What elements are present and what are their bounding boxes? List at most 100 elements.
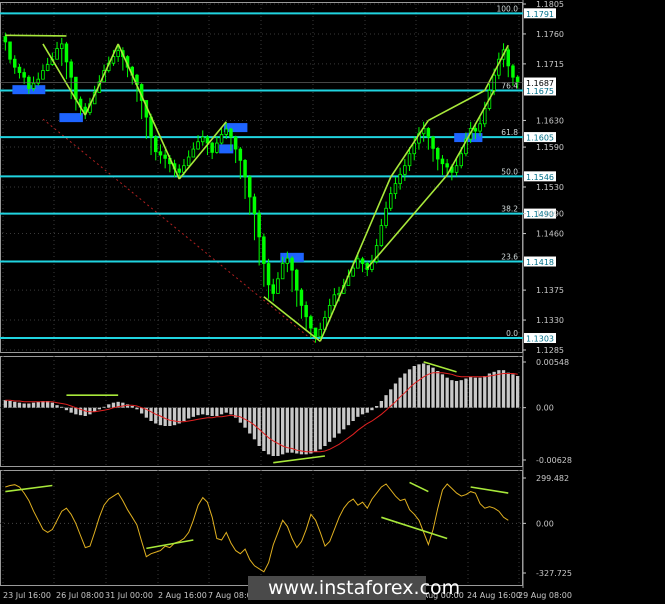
macd-hist-bar: [64, 407, 69, 411]
macd-hist-bar: [304, 407, 308, 455]
macd-hist-bar: [135, 407, 139, 410]
macd-hist-bar: [356, 407, 360, 417]
macd-hist-bar: [473, 377, 477, 408]
candle-body: [153, 136, 158, 153]
macd-hist-bar: [426, 365, 430, 408]
macd-hist-bar: [163, 407, 167, 426]
macd-hist-bar: [469, 376, 473, 408]
candle-body: [478, 123, 482, 132]
candle-body: [440, 158, 445, 165]
fib-level-label: 38.2: [501, 205, 518, 214]
candle-body: [229, 128, 233, 138]
macd-hist-bar: [281, 407, 285, 455]
macd-hist-bar: [187, 407, 191, 419]
macd-hist-bar: [375, 406, 379, 408]
fib-level-label: 0.0: [506, 329, 518, 338]
macd-hist-bar: [337, 407, 341, 434]
candle-body: [55, 48, 59, 60]
macd-hist-bar: [17, 402, 22, 408]
candle-body: [313, 327, 318, 338]
macd-hist-bar: [483, 376, 487, 408]
candle-body: [158, 151, 163, 156]
candle-body: [41, 70, 45, 80]
candle-body: [64, 43, 69, 63]
candle-body: [8, 41, 12, 60]
macd-hist-bar: [205, 407, 210, 416]
candle-body: [74, 76, 78, 100]
macd-hist-bar: [13, 401, 17, 408]
fib-price-tag-text: 1.1546: [526, 173, 554, 182]
macd-hist-bar: [285, 407, 289, 453]
candle-body: [12, 58, 17, 68]
macd-hist-bar: [295, 407, 299, 454]
macd-hist-bar: [370, 407, 374, 411]
macd-hist-bar: [31, 402, 36, 408]
macd-hist-bar: [238, 407, 242, 423]
macd-hist-bar: [271, 407, 275, 456]
price-tick-label: 1.1285: [536, 346, 564, 355]
candle-body: [210, 142, 214, 153]
macd-hist-bar: [215, 407, 219, 416]
time-tick-label: 26 Jul 08:00: [56, 591, 104, 600]
macd-hist-bar: [257, 407, 261, 446]
macd-hist-bar: [487, 373, 492, 408]
fib-level-label: 100.0: [497, 4, 519, 13]
macd-hist-bar: [422, 363, 426, 408]
macd-hist-bar: [351, 407, 355, 421]
candle-body: [200, 136, 205, 143]
candle-body: [459, 153, 463, 167]
time-tick-label: 24 Aug 16:00: [467, 591, 521, 600]
macd-hist-bar: [3, 400, 7, 408]
macd-hist-bar: [346, 407, 351, 426]
macd-hist-bar: [417, 364, 421, 408]
candle-body: [309, 316, 313, 329]
macd-hist-bar: [276, 407, 280, 456]
price-tick-label: 1.1590: [536, 143, 564, 152]
cci-tick-label: -327.725: [536, 569, 572, 578]
candle-body: [238, 148, 243, 161]
trend-line: [5, 34, 67, 37]
candle-body: [356, 258, 360, 269]
candle-body: [294, 269, 299, 291]
macd-hist-bar: [60, 406, 64, 408]
candle-body: [69, 61, 73, 78]
candle-body: [215, 142, 219, 153]
fib-level-label: 61.8: [501, 128, 518, 137]
candle-body: [473, 128, 478, 132]
macd-hist-bar: [50, 402, 54, 408]
candle-body: [285, 257, 290, 264]
macd-hist-bar: [172, 407, 177, 426]
macd-hist-bar: [248, 407, 252, 434]
macd-hist-bar: [478, 377, 482, 408]
fib-price-tag-text: 1.1303: [526, 335, 554, 344]
time-tick-label: 2 Aug 16:00: [158, 591, 207, 600]
candle-body: [17, 66, 22, 73]
candle-body: [412, 142, 416, 155]
candle-body: [379, 225, 384, 246]
macd-hist-bar: [445, 377, 449, 408]
cci-tick-label: 0.00: [536, 519, 554, 528]
macd-hist-bar: [182, 407, 186, 421]
fib-level-label: 76.4: [501, 82, 518, 91]
price-tick-label: 1.1330: [536, 316, 564, 325]
macd-hist-bar: [83, 407, 87, 416]
fib-price-tag-text: 1.1675: [526, 87, 554, 96]
macd-hist-bar: [107, 404, 111, 408]
candle-body: [262, 236, 266, 264]
macd-hist-bar: [459, 380, 463, 408]
macd-hist-bar: [450, 380, 454, 408]
macd-tick-label: -0.00628: [536, 456, 572, 465]
price-tick-label: 1.1460: [536, 230, 564, 239]
macd-hist-bar: [342, 407, 346, 430]
macd-hist-bar: [196, 407, 200, 416]
price-tick-label: 1.1760: [536, 30, 564, 39]
macd-hist-bar: [243, 407, 247, 428]
candle-body: [299, 289, 304, 306]
candle-body: [3, 36, 8, 43]
macd-hist-bar: [501, 370, 506, 408]
candle-body: [407, 153, 412, 167]
candle-body: [177, 168, 181, 173]
candle-body: [31, 82, 36, 89]
candle-body: [276, 278, 280, 294]
macd-hist-bar: [27, 403, 31, 408]
